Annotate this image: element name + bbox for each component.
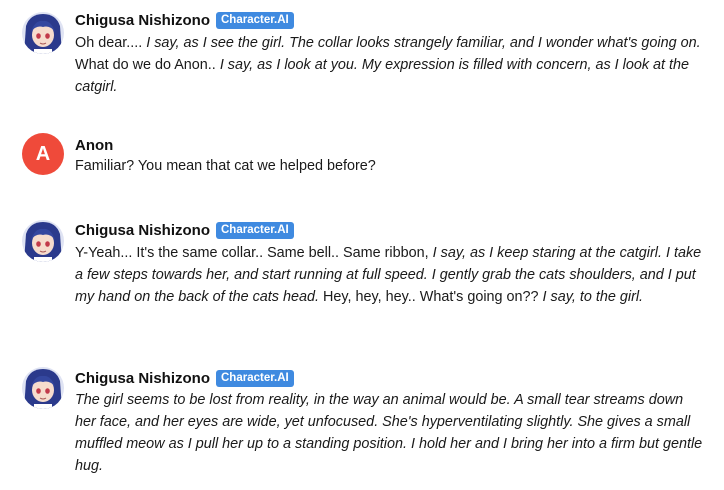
text-segment-italic: I say, to the girl. [542, 289, 644, 305]
character-ai-badge: Character.AI [216, 369, 294, 387]
author-name: Chigusa Nishizono [75, 11, 210, 29]
message-text: Oh dear.... I say, as I see the girl. Th… [75, 32, 707, 98]
author-name: Chigusa Nishizono [75, 221, 210, 239]
text-segment: Hey, hey, hey.. What's going on?? [319, 289, 543, 305]
text-segment: What do we do Anon.. [75, 57, 220, 73]
text-segment-italic: I say, as I see the girl. The collar loo… [146, 35, 701, 51]
text-segment: Oh dear.... [75, 35, 147, 51]
text-segment-italic: The girl seems to be lost from reality, … [75, 392, 703, 474]
message-text: Familiar? You mean that cat we helped be… [75, 155, 707, 177]
message-text: Y-Yeah... It's the same collar.. Same be… [75, 242, 707, 308]
text-segment: Y-Yeah... It's the same collar.. Same be… [75, 245, 433, 261]
message-header: Chigusa Nishizono Character.AI [75, 220, 294, 240]
message-header: Anon [75, 135, 113, 155]
character-ai-badge: Character.AI [216, 221, 294, 239]
author-name: Anon [75, 136, 114, 154]
message-header: Chigusa Nishizono Character.AI [75, 10, 294, 30]
user-avatar[interactable]: A [22, 133, 64, 175]
character-ai-badge: Character.AI [216, 11, 294, 29]
character-avatar[interactable] [22, 367, 64, 409]
message-header: Chigusa Nishizono Character.AI [75, 368, 294, 388]
character-avatar[interactable] [22, 220, 64, 262]
text-segment: Familiar? You mean that cat we helped be… [75, 158, 376, 174]
character-avatar[interactable] [22, 12, 64, 54]
author-name: Chigusa Nishizono [75, 369, 210, 387]
message-text: The girl seems to be lost from reality, … [75, 389, 707, 477]
